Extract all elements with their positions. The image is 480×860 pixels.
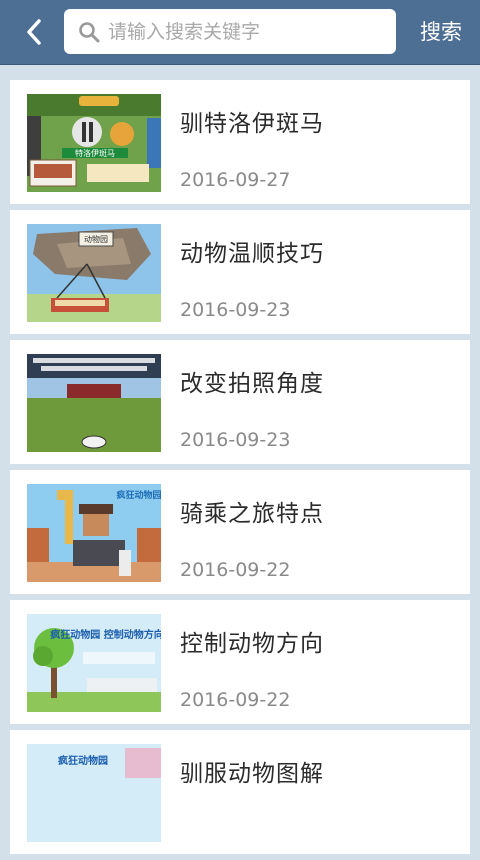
article-title: 控制动物方向: [180, 631, 324, 657]
thumb-text: 疯狂动物园: [58, 754, 108, 767]
article-title: 动物温顺技巧: [180, 241, 324, 267]
thumb-text: 动物园: [84, 234, 108, 244]
article-title: 骑乘之旅特点: [180, 501, 324, 527]
article-date: 2016-09-23: [180, 299, 291, 321]
article-thumbnail: 特洛伊斑马: [27, 94, 161, 192]
article-title: 驯服动物图解: [180, 761, 324, 787]
chevron-left-icon: [27, 19, 41, 45]
article-date: 2016-09-23: [180, 429, 291, 451]
search-icon: [79, 21, 100, 42]
search-button[interactable]: 搜索: [410, 17, 472, 47]
article-item[interactable]: 疯狂动物园 骑乘之旅特点 2016-09-22: [10, 470, 470, 594]
top-bar: 搜索: [0, 0, 480, 64]
article-date: 2016-09-22: [180, 689, 291, 711]
search-box[interactable]: [64, 9, 396, 54]
article-item[interactable]: 疯狂动物园 驯服动物图解: [10, 730, 470, 854]
article-thumbnail: 疯狂动物园: [27, 484, 161, 582]
article-thumbnail: 疯狂动物园 控制动物方向技巧: [27, 614, 161, 712]
article-title: 改变拍照角度: [180, 371, 324, 397]
article-title: 驯特洛伊斑马: [180, 111, 324, 137]
article-item[interactable]: 动物园 动物温顺技巧 2016-09-23: [10, 210, 470, 334]
article-item[interactable]: 改变拍照角度 2016-09-23: [10, 340, 470, 464]
article-thumbnail: 疯狂动物园: [27, 744, 161, 842]
thumb-text: 特洛伊斑马: [75, 148, 115, 158]
back-button[interactable]: [18, 14, 50, 50]
article-date: 2016-09-27: [180, 169, 291, 191]
article-thumbnail: [27, 354, 161, 452]
thumb-text: 疯狂动物园: [116, 489, 161, 501]
article-date: 2016-09-22: [180, 559, 291, 581]
article-thumbnail: 动物园: [27, 224, 161, 322]
thumb-text: 疯狂动物园 控制动物方向技巧: [50, 628, 161, 641]
article-list: 特洛伊斑马 驯特洛伊斑马 2016-09-27 动物园 动物温顺技巧 2016-…: [10, 80, 470, 860]
article-item[interactable]: 特洛伊斑马 驯特洛伊斑马 2016-09-27: [10, 80, 470, 204]
search-input[interactable]: [108, 20, 388, 43]
article-item[interactable]: 疯狂动物园 控制动物方向技巧 控制动物方向 2016-09-22: [10, 600, 470, 724]
